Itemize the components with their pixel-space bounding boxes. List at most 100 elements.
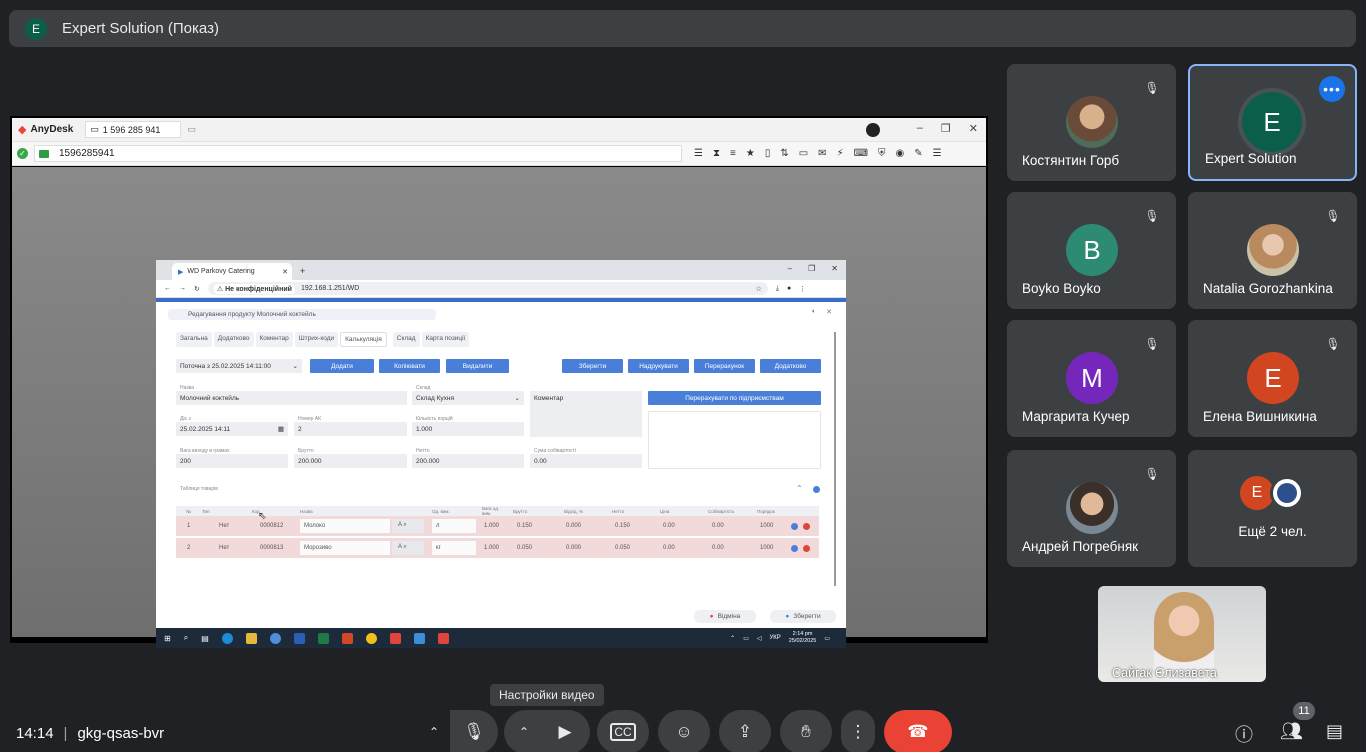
remote-minimize-icon[interactable]: – (788, 264, 792, 273)
tab-position-card[interactable]: Карта позиції (421, 332, 470, 347)
add-button[interactable]: Додати (310, 359, 374, 373)
anydesk-address-field[interactable]: 1596285941 (34, 145, 682, 162)
remote-tab[interactable]: ▶ WD Parkovy Catering ✕ (172, 263, 292, 280)
new-tab-icon[interactable]: + (300, 266, 305, 276)
tab-warehouse[interactable]: Склад (392, 332, 420, 347)
windows-start-icon[interactable]: ⊞ (164, 634, 171, 643)
calendar-icon[interactable]: ▦ (278, 425, 284, 433)
anydesk-taskbar-icon-2[interactable] (437, 632, 449, 644)
notifications-icon[interactable]: ▭ (824, 635, 830, 642)
dialog-close-icon[interactable]: ✕ (826, 308, 832, 316)
delete-button[interactable]: Видалити (446, 359, 509, 373)
taskbar-search-icon[interactable]: ⌕ (184, 633, 188, 643)
task-view-icon[interactable]: ▤ (201, 634, 209, 643)
recalc-button[interactable]: Перерахунок (694, 359, 755, 373)
cost-total-field[interactable]: 0.00 (530, 454, 642, 468)
file-icon[interactable]: ▯ (765, 148, 771, 159)
tab-close-icon[interactable]: ✕ (282, 268, 288, 276)
profile-icon[interactable]: ● (787, 285, 791, 292)
app-icon[interactable] (269, 632, 281, 644)
more-options-icon[interactable]: ••• (1319, 76, 1345, 102)
tab-general[interactable]: Загальна (176, 332, 212, 347)
self-view[interactable]: Сайгак Єлизавета (1098, 586, 1266, 682)
people-icon[interactable]: 👥︎ (1280, 721, 1303, 742)
tab-additional[interactable]: Додатково (213, 332, 254, 347)
output-weight-field[interactable]: 200 (176, 454, 288, 468)
tab-barcodes[interactable]: Штрих-коди (294, 332, 339, 347)
warehouse-select[interactable]: Склад Кухня ⌄ (412, 391, 524, 405)
row-info-icon[interactable] (791, 523, 798, 530)
participant-tile[interactable]: 🎙︎ Костянтин Горб (1007, 64, 1176, 181)
star-icon[interactable]: ★ (746, 148, 755, 159)
video-options-chevron-icon[interactable]: ⌃ (504, 710, 544, 752)
comment-field[interactable]: Коментар (530, 391, 642, 437)
close-icon[interactable]: ✕ (969, 122, 978, 135)
name-field[interactable]: Молочний коктейль (176, 391, 407, 405)
transfer-icon[interactable]: ⇅ (780, 148, 788, 159)
maximize-icon[interactable]: ❐ (941, 122, 951, 135)
anydesk-session-tab[interactable]: ▭ 1 596 285 941 (85, 121, 182, 138)
microphone-button[interactable]: 🎙︎ (450, 710, 498, 752)
tab-calculation[interactable]: Калькуляція (340, 332, 387, 347)
mail-icon[interactable] (413, 632, 425, 644)
row-edit-icon[interactable]: A ⌕ (392, 541, 424, 555)
cancel-button[interactable]: ● Відміна (694, 610, 756, 623)
remote-restore-icon[interactable]: ❐ (808, 264, 815, 273)
chat-icon[interactable]: ☰ (694, 148, 703, 159)
participant-tile[interactable]: E ••• Expert Solution (1188, 64, 1357, 181)
gross-field[interactable]: 200.000 (294, 454, 407, 468)
meeting-details-icon[interactable]: ⓘ (1235, 721, 1253, 747)
reload-icon[interactable]: ↻ (194, 285, 200, 293)
extra-button[interactable]: Додатково (760, 359, 821, 373)
camera-button[interactable]: ▶︎ (540, 710, 590, 752)
message-icon[interactable]: ✉ (818, 148, 826, 159)
pen-icon[interactable]: ✎ (914, 148, 922, 159)
version-select[interactable]: Поточна з 25.02.2025 14:11:00 ⌄ (176, 359, 302, 373)
network-icon[interactable]: ▭ (743, 635, 749, 642)
row-info-icon[interactable] (791, 545, 798, 552)
recalc-by-company-button[interactable]: Перерахувати по підприємствам (648, 391, 821, 405)
language-indicator[interactable]: УКР (769, 635, 780, 641)
edge-icon[interactable] (221, 632, 233, 644)
table-row[interactable]: 2 Нет 0000813 Морозиво A ⌕ кг 1.000 0.05… (176, 538, 819, 558)
portions-field[interactable]: 1.000 (412, 422, 524, 436)
record-icon[interactable]: ◉ (896, 148, 905, 159)
excel-icon[interactable] (317, 632, 329, 644)
remote-close-icon[interactable]: ✕ (831, 264, 838, 273)
anydesk-account-icon[interactable] (866, 123, 880, 137)
net-field[interactable]: 200.000 (412, 454, 524, 468)
tray-chevron-icon[interactable]: ⌃ (730, 635, 735, 642)
settings-dot-icon[interactable] (813, 486, 820, 493)
menu-icon[interactable]: ☰ (933, 148, 942, 159)
row-edit-icon[interactable]: A ⌕ (392, 519, 424, 533)
dialog-scrollbar[interactable] (834, 332, 836, 586)
present-button[interactable]: ⇪ (719, 710, 771, 752)
participant-tile[interactable]: M 🎙︎ Маргарита Кучер (1007, 320, 1176, 437)
download-icon[interactable]: ⤓ (776, 285, 779, 293)
copy-button[interactable]: Копіювати (379, 359, 440, 373)
anydesk-taskbar-icon[interactable] (389, 632, 401, 644)
footer-save-button[interactable]: ● Зберегти (770, 610, 836, 623)
raise-hand-button[interactable]: ✋︎ (780, 710, 832, 752)
explorer-icon[interactable] (245, 632, 257, 644)
volume-icon[interactable]: ◁ (757, 635, 762, 642)
more-options-button[interactable]: ⋮ (841, 710, 875, 752)
valid-from-field[interactable]: 25.02.2025 14:11 ▦ (176, 422, 288, 436)
keyboard-icon[interactable]: ⌨ (854, 148, 868, 159)
participant-tile[interactable]: 🎙︎ Андрей Погребняк (1007, 450, 1176, 567)
row-delete-icon[interactable] (803, 523, 810, 530)
chrome-icon[interactable] (365, 632, 377, 644)
participant-tile[interactable]: E 🎙︎ Елена Вишникина (1188, 320, 1357, 437)
action-icon[interactable]: ⚡ (837, 148, 844, 159)
leave-call-button[interactable]: ☎︎ (884, 710, 952, 752)
participant-tile[interactable]: B 🎙︎ Boyko Boyko (1007, 192, 1176, 309)
table-row[interactable]: 1 Нет 0000812 Молоко A ⌕ л 1.000 0.150 0… (176, 516, 819, 536)
more-participants-tile[interactable]: E Ещё 2 чел. (1188, 450, 1357, 567)
print-button[interactable]: Надрукувати (628, 359, 689, 373)
reactions-button[interactable]: ☺ (658, 710, 710, 752)
collapse-icon[interactable]: ⌃ (796, 484, 803, 493)
bookmark-star-icon[interactable]: ☆ (756, 285, 762, 293)
number-field[interactable]: 2 (294, 422, 407, 436)
audio-options-chevron-icon[interactable]: ⌃ (414, 710, 454, 752)
captions-button[interactable]: CC (597, 710, 649, 752)
